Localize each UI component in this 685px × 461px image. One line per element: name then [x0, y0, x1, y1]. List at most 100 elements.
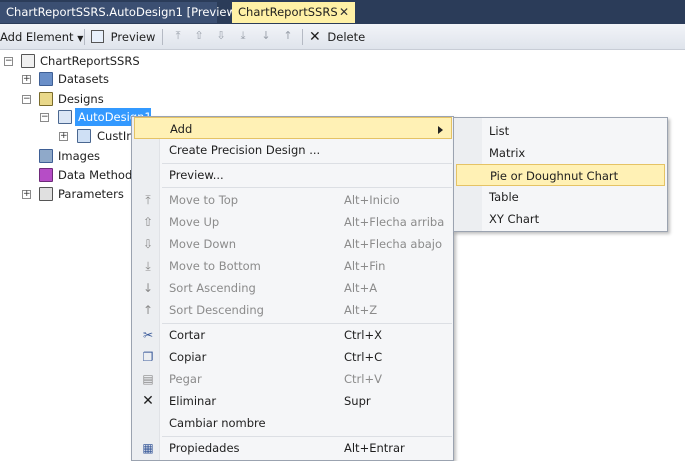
sort-descending-icon: ↑ [142, 303, 154, 317]
menu-item-preview[interactable]: Preview... [134, 164, 452, 186]
menu-item-sort-ascending[interactable]: ↓ Sort Ascending Alt+A [134, 277, 452, 299]
submenu-item-xy-chart[interactable]: XY Chart [456, 208, 665, 230]
tree-root-label: ChartReportSSRS [40, 54, 140, 68]
menu-item-label: Create Precision Design ... [169, 143, 321, 157]
menu-item-shortcut: Ctrl+V [344, 372, 382, 386]
datasets-icon [39, 72, 53, 86]
menu-item-copiar[interactable]: ❐ Copiar Ctrl+C [134, 346, 452, 368]
menu-item-label: Move to Bottom [169, 259, 261, 273]
menu-item-pegar[interactable]: ▤ Pegar Ctrl+V [134, 368, 452, 390]
properties-icon: ▦ [142, 441, 154, 455]
paste-icon: ▤ [142, 372, 154, 386]
menu-item-eliminar[interactable]: ✕ Eliminar Supr [134, 390, 452, 412]
menu-item-shortcut: Alt+Flecha arriba [344, 215, 445, 229]
table-icon [77, 129, 91, 143]
document-tab-strip: ChartReportSSRS.AutoDesign1 [Preview] Ch… [0, 0, 685, 24]
menu-item-add[interactable]: Add [134, 117, 452, 139]
move-to-top-icon[interactable]: ⤒ [172, 30, 184, 42]
menu-item-create-precision-design[interactable]: Create Precision Design ... [134, 139, 452, 161]
tree-data-methods-label: Data Methods [58, 168, 131, 182]
move-down-icon[interactable]: ⇩ [215, 30, 227, 42]
move-up-icon: ⇧ [142, 215, 154, 229]
toolbar-separator [162, 29, 163, 45]
expand-icon[interactable]: + [22, 75, 31, 84]
submenu-arrow-icon [438, 126, 443, 134]
preview-button-label: Preview [110, 30, 156, 44]
menu-item-shortcut: Ctrl+C [344, 350, 383, 364]
move-up-icon[interactable]: ⇧ [193, 30, 205, 42]
menu-item-move-down[interactable]: ⇩ Move Down Alt+Flecha abajo [134, 233, 452, 255]
menu-item-label: Pegar [169, 372, 202, 386]
submenu-item-label: List [489, 124, 510, 138]
tree-parameters-label: Parameters [58, 187, 124, 201]
preview-button[interactable]: Preview [91, 28, 155, 46]
copy-icon: ❐ [142, 350, 154, 364]
move-to-bottom-icon[interactable]: ⤓ [237, 30, 249, 42]
menu-item-label: Move to Top [169, 193, 239, 207]
collapse-icon[interactable]: − [4, 57, 13, 66]
delete-button[interactable]: ✕ Delete [309, 28, 365, 46]
submenu-item-list[interactable]: List [456, 120, 665, 142]
menu-item-shortcut: Supr [344, 394, 371, 408]
menu-item-label: Add [170, 122, 193, 136]
menu-item-label: Cambiar nombre [169, 416, 266, 430]
menu-item-shortcut: Alt+A [344, 281, 378, 295]
submenu-item-label: Matrix [489, 146, 526, 160]
add-element-dropdown[interactable]: Add Element ▼ [0, 28, 83, 46]
menu-item-label: Move Down [169, 237, 237, 251]
menu-item-shortcut: Alt+Flecha abajo [344, 237, 443, 251]
collapse-icon[interactable]: − [40, 113, 49, 122]
submenu-item-pie-or-doughnut-chart[interactable]: Pie or Doughnut Chart [456, 164, 665, 186]
menu-item-shortcut: Alt+Entrar [344, 441, 405, 455]
tree-datasets-label: Datasets [58, 72, 110, 86]
tab-chartreportssrs-label: ChartReportSSRS [238, 5, 338, 19]
add-submenu: List Matrix Pie or Doughnut Chart Table … [453, 117, 668, 232]
collapse-icon[interactable]: − [22, 95, 31, 104]
tab-preview-label: ChartReportSSRS.AutoDesign1 [Preview] [6, 5, 241, 19]
data-methods-icon [39, 168, 53, 182]
menu-item-label: Move Up [169, 215, 220, 229]
tab-preview[interactable]: ChartReportSSRS.AutoDesign1 [Preview] [0, 2, 240, 23]
expand-icon[interactable]: + [22, 190, 31, 199]
autodesign-icon [58, 110, 72, 124]
designs-icon [39, 92, 53, 106]
menu-item-move-up[interactable]: ⇧ Move Up Alt+Flecha arriba [134, 211, 452, 233]
sort-ascending-icon[interactable]: ↓ [258, 30, 274, 42]
menu-item-move-to-top[interactable]: ⤒ Move to Top Alt+Inicio [134, 189, 452, 211]
submenu-item-matrix[interactable]: Matrix [456, 142, 665, 164]
menu-separator [162, 187, 452, 188]
menu-item-propiedades[interactable]: ▦ Propiedades Alt+Entrar [134, 437, 452, 459]
expand-icon[interactable]: + [59, 132, 68, 141]
sort-ascending-icon: ↓ [142, 281, 154, 295]
add-element-label: Add Element [0, 30, 74, 44]
menu-item-label: Copiar [169, 350, 207, 364]
delete-icon: ✕ [142, 393, 154, 409]
tab-chartreportssrs[interactable]: ChartReportSSRS ✕ [232, 2, 355, 23]
menu-item-cambiar-nombre[interactable]: Cambiar nombre [134, 412, 452, 434]
move-down-icon: ⇩ [142, 237, 154, 251]
report-icon [21, 54, 35, 68]
menu-item-label: Propiedades [169, 441, 240, 455]
menu-item-shortcut: Alt+Inicio [344, 193, 400, 207]
submenu-item-table[interactable]: Table [456, 186, 665, 208]
menu-item-shortcut: Ctrl+X [344, 328, 382, 342]
menu-item-label: Sort Descending [169, 303, 264, 317]
images-icon [39, 149, 53, 163]
menu-item-shortcut: Alt+Z [344, 303, 378, 317]
menu-item-sort-descending[interactable]: ↑ Sort Descending Alt+Z [134, 299, 452, 321]
menu-item-move-to-bottom[interactable]: ⤓ Move to Bottom Alt+Fin [134, 255, 452, 277]
close-icon[interactable]: ✕ [339, 2, 349, 22]
designer-toolbar: Add Element ▼ Preview ⤒ ⇧ ⇩ ⤓ ↓ ↑ ✕ Dele… [0, 24, 685, 50]
menu-item-cortar[interactable]: ✂ Cortar Ctrl+X [134, 324, 452, 346]
submenu-item-label: Pie or Doughnut Chart [490, 169, 619, 183]
menu-item-label: Eliminar [169, 394, 217, 408]
move-to-top-icon: ⤒ [145, 193, 151, 207]
toolbar-separator [84, 29, 85, 45]
menu-item-label: Cortar [169, 328, 206, 342]
tree-custinfo-label: CustInfo [97, 129, 131, 143]
tree-designs-label: Designs [58, 92, 104, 106]
scissors-icon: ✂ [142, 328, 154, 342]
parameters-icon [39, 187, 53, 201]
sort-descending-icon[interactable]: ↑ [280, 30, 296, 42]
submenu-item-label: Table [489, 190, 519, 204]
